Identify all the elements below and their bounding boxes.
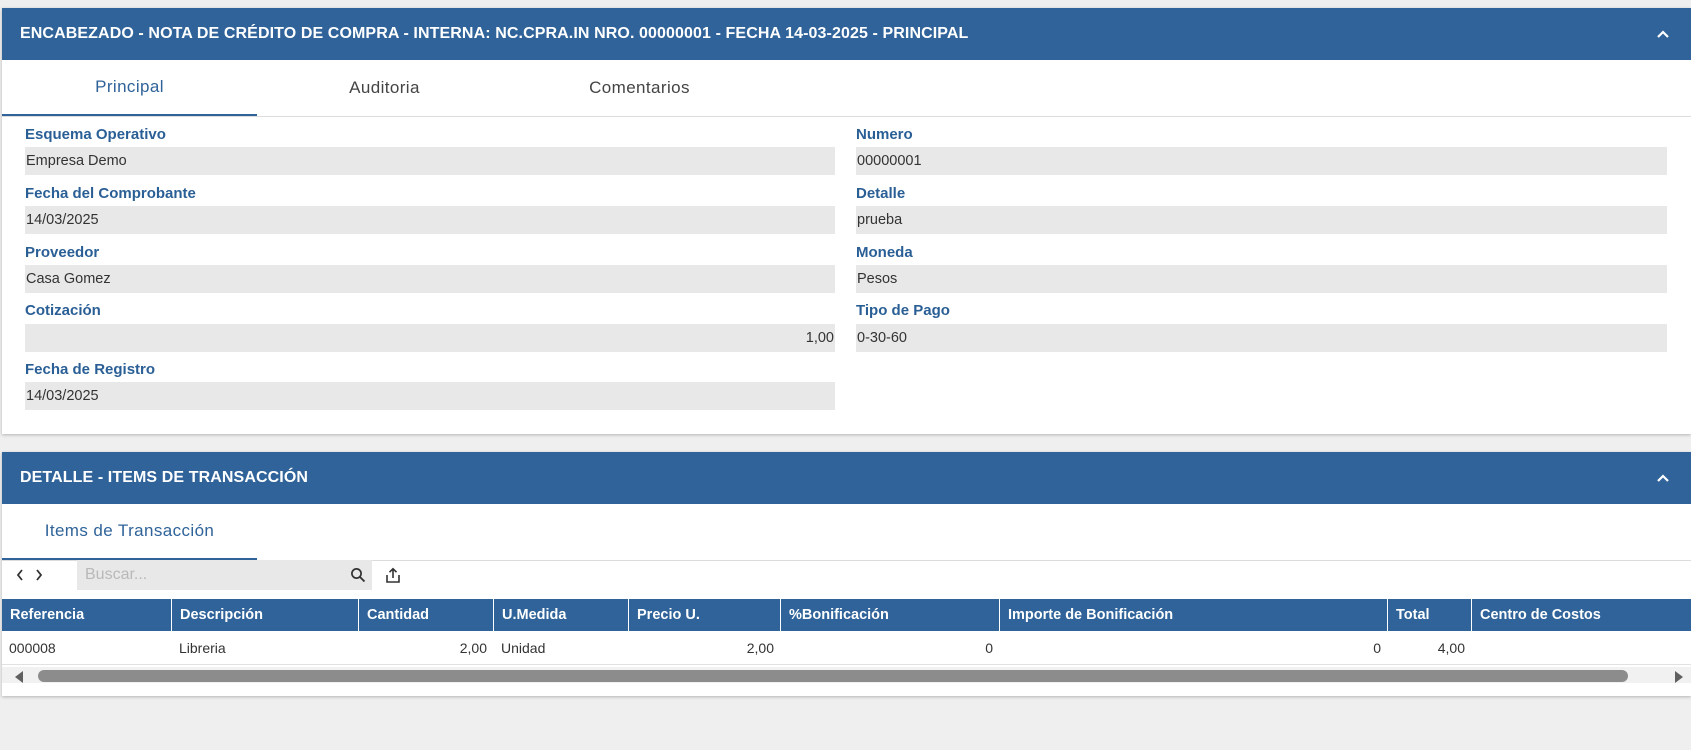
cell-importe-bonificacion: 0 — [1373, 639, 1381, 656]
search-icon[interactable] — [350, 567, 366, 583]
detalle-label: Detalle — [856, 185, 906, 202]
cell-referencia: 000008 — [9, 639, 56, 656]
tab-comentarios[interactable]: Comentarios — [512, 60, 767, 116]
fecha-comprobante-label: Fecha del Comprobante — [25, 185, 196, 202]
header-tabs: Principal Auditoria Comentarios — [2, 60, 1691, 117]
scroll-right-arrow-icon[interactable] — [1674, 670, 1684, 688]
chevron-up-icon[interactable] — [1653, 468, 1673, 488]
tab-auditoria[interactable]: Auditoria — [257, 60, 512, 116]
cell-bonificacion: 0 — [985, 639, 993, 656]
cell-precio: 2,00 — [746, 639, 774, 656]
scrollbar-thumb[interactable] — [38, 670, 1628, 682]
column-header-total[interactable]: Total — [1388, 599, 1472, 631]
column-header-centro-costos[interactable]: Centro de Costos — [1472, 599, 1691, 631]
cotizacion-field[interactable]: 1,00 — [25, 324, 835, 352]
column-header-importe-bonificacion[interactable]: Importe de Bonificación — [1000, 599, 1388, 631]
detail-tabs: Items de Transacción — [2, 504, 1691, 561]
esquema-operativo-field[interactable]: Empresa Demo — [25, 147, 835, 175]
column-header-precio[interactable]: Precio U. — [629, 599, 781, 631]
header-panel-title: ENCABEZADO - NOTA DE CRÉDITO DE COMPRA -… — [20, 25, 969, 42]
moneda-label: Moneda — [856, 244, 913, 261]
table-row[interactable]: 000008 Libreria 2,00 Unidad 2,00 0 0 4,0… — [2, 631, 1691, 665]
cotizacion-label: Cotización — [25, 302, 101, 319]
proveedor-field[interactable]: Casa Gomez — [25, 265, 835, 293]
column-header-descripcion[interactable]: Descripción — [172, 599, 359, 631]
column-header-bonificacion[interactable]: %Bonificación — [781, 599, 1000, 631]
tipo-pago-label: Tipo de Pago — [856, 302, 950, 319]
header-panel: ENCABEZADO - NOTA DE CRÉDITO DE COMPRA -… — [2, 8, 1691, 434]
cell-cantidad: 2,00 — [459, 639, 487, 656]
cell-total: 4,00 — [1437, 639, 1465, 656]
column-header-cantidad[interactable]: Cantidad — [359, 599, 494, 631]
column-header-umedida[interactable]: U.Medida — [494, 599, 629, 631]
chevron-right-icon[interactable] — [31, 566, 47, 584]
column-header-referencia[interactable]: Referencia — [2, 599, 172, 631]
grid-header: Referencia Descripción Cantidad U.Medida… — [2, 599, 1691, 631]
fecha-comprobante-field[interactable]: 14/03/2025 — [25, 206, 835, 234]
scroll-left-arrow-icon[interactable] — [14, 670, 24, 688]
moneda-field[interactable]: Pesos — [856, 265, 1667, 293]
header-panel-bar[interactable]: ENCABEZADO - NOTA DE CRÉDITO DE COMPRA -… — [2, 8, 1691, 60]
fecha-registro-label: Fecha de Registro — [25, 361, 156, 378]
grid-area: Referencia Descripción Cantidad U.Medida… — [2, 560, 1691, 750]
export-icon[interactable] — [383, 565, 403, 585]
chevron-up-icon[interactable] — [1653, 24, 1673, 44]
tipo-pago-field[interactable]: 0-30-60 — [856, 324, 1667, 352]
tab-principal[interactable]: Principal — [2, 60, 257, 116]
numero-field[interactable]: 00000001 — [856, 147, 1667, 175]
proveedor-label: Proveedor — [25, 244, 100, 261]
horizontal-scrollbar[interactable] — [2, 667, 1691, 683]
numero-label: Numero — [856, 126, 913, 143]
tab-items-transaccion[interactable]: Items de Transacción — [2, 504, 257, 560]
cell-descripcion: Libreria — [179, 639, 226, 656]
search-box — [77, 560, 372, 590]
detail-panel-title: DETALLE - ITEMS DE TRANSACCIÓN — [20, 469, 309, 486]
cell-umedida: Unidad — [501, 639, 546, 656]
detail-panel-bar[interactable]: DETALLE - ITEMS DE TRANSACCIÓN — [2, 452, 1691, 504]
detalle-field[interactable]: prueba — [856, 206, 1667, 234]
search-input[interactable] — [83, 565, 350, 585]
chevron-left-icon[interactable] — [12, 566, 28, 584]
detail-panel: DETALLE - ITEMS DE TRANSACCIÓN Items de … — [2, 452, 1691, 696]
fecha-registro-field[interactable]: 14/03/2025 — [25, 382, 835, 410]
esquema-operativo-label: Esquema Operativo — [25, 126, 166, 143]
cell-centro-costos — [1472, 631, 1691, 664]
